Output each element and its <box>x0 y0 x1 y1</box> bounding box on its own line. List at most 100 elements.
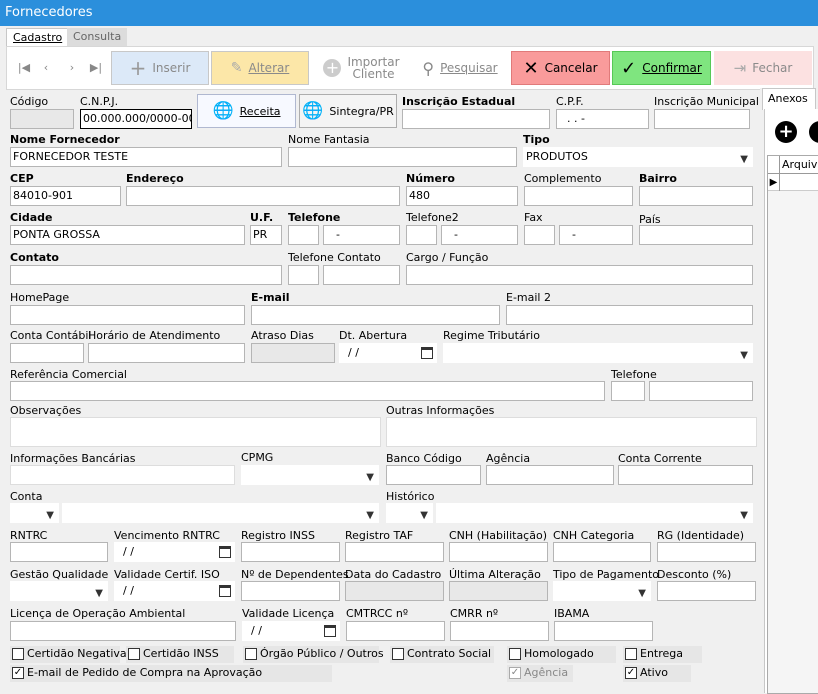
orgao-publico-checkbox[interactable]: Órgão Público / Outros <box>243 646 384 663</box>
anexos-grid[interactable]: Arquivo ▶ <box>767 155 818 694</box>
telefone-field[interactable]: - <box>323 225 400 245</box>
conta-contabil-field[interactable] <box>10 343 84 363</box>
cep-field[interactable]: 84010-901 <box>10 186 121 206</box>
telefone-ddd-field[interactable] <box>288 225 319 245</box>
first-record-icon[interactable]: |◀ <box>15 58 33 78</box>
tab-consulta[interactable]: Consulta <box>67 28 128 46</box>
fax-field[interactable]: - <box>559 225 633 245</box>
certidao-negativa-checkbox[interactable]: Certidão Negativa <box>10 646 127 663</box>
tipo-pag-select[interactable]: ▼ <box>553 581 651 601</box>
search-button[interactable]: ⚲ Pesquisar <box>412 51 508 85</box>
dt-abertura-field[interactable]: / / <box>339 343 437 363</box>
add-attachment-icon[interactable]: + <box>775 121 797 143</box>
historico-select[interactable]: ▼ <box>386 503 433 523</box>
regime-select[interactable]: ▼ <box>443 343 753 363</box>
cnpj-field[interactable]: 00.000.000/0000-00 <box>80 109 192 129</box>
tab-anexos[interactable]: Anexos <box>762 88 816 110</box>
cpf-field[interactable]: . . - <box>556 109 649 129</box>
calendar-icon[interactable] <box>219 546 231 558</box>
email-field[interactable] <box>251 305 500 325</box>
ativo-checkbox[interactable]: ✓ Ativo <box>623 665 691 682</box>
endereco-field[interactable] <box>126 186 400 206</box>
last-record-icon[interactable]: ▶| <box>87 58 105 78</box>
numero-field[interactable]: 480 <box>406 186 518 206</box>
confirm-button[interactable]: ✓ Confirmar <box>612 51 711 85</box>
sintegra-button[interactable]: 🌐 Sintegra/PR <box>299 94 397 128</box>
edit-button[interactable]: ✎ Alterar <box>211 51 309 85</box>
cancel-button[interactable]: ✕ Cancelar <box>511 51 610 85</box>
telefone2-ddd-field[interactable] <box>406 225 437 245</box>
calendar-icon[interactable] <box>324 625 336 637</box>
import-client-button[interactable]: + Importar Cliente <box>314 51 409 85</box>
ibama-field[interactable] <box>554 621 653 641</box>
cmrr-field[interactable] <box>450 621 549 641</box>
uf-field[interactable]: PR <box>250 225 282 245</box>
cidade-field[interactable]: PONTA GROSSA <box>10 225 245 245</box>
tel-contato-ddd-field[interactable] <box>288 265 319 285</box>
nome-field[interactable]: FORNECEDOR TESTE <box>10 147 282 167</box>
codigo-field[interactable] <box>10 109 74 129</box>
licenca-field[interactable] <box>10 621 236 641</box>
cpmg-select[interactable]: ▼ <box>241 465 379 485</box>
pais-field[interactable] <box>639 225 753 245</box>
taf-field[interactable] <box>345 542 444 562</box>
outras-field[interactable] <box>386 417 757 447</box>
email-pedido-checkbox[interactable]: ✓ E-mail de Pedido de Compra na Aprovação <box>10 665 332 682</box>
valid-iso-field[interactable]: / / <box>114 581 235 601</box>
telefone2-field[interactable]: - <box>441 225 518 245</box>
calendar-icon[interactable] <box>421 347 433 359</box>
ultima-label: Última Alteração <box>449 568 541 581</box>
email2-label: E-mail 2 <box>506 291 551 304</box>
obs-field[interactable] <box>10 417 381 447</box>
cnh-cat-field[interactable] <box>553 542 651 562</box>
cnh-field[interactable] <box>449 542 548 562</box>
venc-rntrc-field[interactable]: / / <box>114 542 235 562</box>
cargo-field[interactable] <box>406 265 753 285</box>
conta-select[interactable]: ▼ <box>10 503 59 523</box>
certidao-inss-checkbox[interactable]: Certidão INSS <box>126 646 234 663</box>
homepage-field[interactable] <box>10 305 245 325</box>
rg-field[interactable] <box>657 542 756 562</box>
bairro-field[interactable] <box>639 186 753 206</box>
im-field[interactable] <box>654 109 750 129</box>
calendar-icon[interactable] <box>219 585 231 597</box>
ref-telefone-field[interactable] <box>649 381 753 401</box>
homologado-checkbox[interactable]: Homologado <box>507 646 616 663</box>
contato-field[interactable] <box>10 265 282 285</box>
agencia-field[interactable] <box>486 465 614 485</box>
valid-licenca-field[interactable]: / / <box>242 621 340 641</box>
historico-desc-select[interactable]: ▼ <box>436 503 753 523</box>
inf-bancarias-field[interactable] <box>10 465 235 485</box>
insert-button[interactable]: + Inserir <box>111 51 209 85</box>
tipo-select[interactable]: PRODUTOS ▼ <box>523 147 753 167</box>
ie-field[interactable] <box>402 109 550 129</box>
conta-corrente-field[interactable] <box>618 465 753 485</box>
tab-cadastro[interactable]: Cadastro <box>6 28 70 46</box>
fantasia-field[interactable] <box>288 147 517 167</box>
gestao-select[interactable]: ▼ <box>10 581 108 601</box>
complemento-field[interactable] <box>524 186 633 206</box>
email2-field[interactable] <box>506 305 753 325</box>
horario-field[interactable] <box>88 343 245 363</box>
next-record-icon[interactable]: › <box>63 58 81 78</box>
fax-ddd-field[interactable] <box>524 225 555 245</box>
obs-label: Observações <box>10 404 82 417</box>
banco-field[interactable] <box>386 465 481 485</box>
rntrc-field[interactable] <box>10 542 108 562</box>
contrato-social-checkbox[interactable]: Contrato Social <box>390 646 494 663</box>
receita-button[interactable]: 🌐 Receita <box>197 94 296 128</box>
prev-record-icon[interactable]: ‹ <box>37 58 55 78</box>
arquivo-column-header[interactable]: Arquivo <box>782 158 818 171</box>
conta-desc-select[interactable]: ▼ <box>62 503 379 523</box>
close-button[interactable]: ⇥ Fechar <box>714 51 812 85</box>
inss-field[interactable] <box>241 542 340 562</box>
remove-attachment-icon[interactable] <box>809 121 818 143</box>
ref-comercial-field[interactable] <box>10 381 605 401</box>
desconto-field[interactable] <box>657 581 756 601</box>
entrega-checkbox[interactable]: Entrega <box>623 646 702 663</box>
tel-contato-field[interactable] <box>323 265 400 285</box>
ref-telefone-ddd-field[interactable] <box>611 381 645 401</box>
cmtrcc-field[interactable] <box>346 621 445 641</box>
dependentes-field[interactable] <box>241 581 340 601</box>
edit-icon: ✎ <box>230 60 243 76</box>
